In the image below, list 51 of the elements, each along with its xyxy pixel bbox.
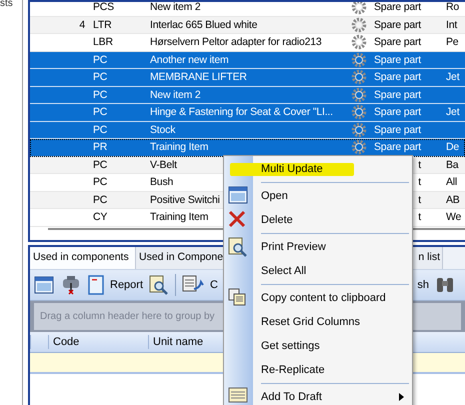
table-cell: Jet <box>446 106 460 118</box>
table-cell: t <box>418 211 421 224</box>
table-cell: Ba <box>446 158 458 171</box>
table-cell: CY <box>93 211 108 224</box>
table-cell: Jet <box>446 71 460 84</box>
table-cell: Hørselvern Peltor adapter for radio213 <box>150 36 322 48</box>
table-cell: AB <box>446 194 460 206</box>
table-cell: Spare part <box>374 106 422 118</box>
table-cell: Bush <box>150 176 174 188</box>
table-cell: De <box>446 141 460 154</box>
group-by-hint: Drag a column header here to group by <box>40 311 215 322</box>
table-cell: Interlac 665 Blued white <box>150 18 258 31</box>
table-cell: Spare part <box>374 124 422 136</box>
table-cell: Positive Switchi <box>150 194 220 206</box>
table-cell: t <box>418 158 421 171</box>
table-cell: Pe <box>446 36 458 48</box>
table-cell: PC <box>93 158 108 171</box>
table-cell: Spare part <box>374 88 422 101</box>
table-cell: t <box>418 176 421 188</box>
table-cell: All <box>446 176 458 188</box>
table-cell: PC <box>93 194 108 206</box>
table-cell: Spare part <box>374 71 422 84</box>
table-cell: LTR <box>93 18 112 31</box>
table-cell: PC <box>93 88 108 101</box>
table-cell: Stock <box>150 124 176 136</box>
table-cell: Ro <box>446 2 460 14</box>
table-cell: PC <box>93 54 108 66</box>
table-cell: We <box>446 211 462 224</box>
table-cell: Spare part <box>374 54 422 66</box>
table-cell: PCS <box>93 2 114 14</box>
table-cell: New item 2 <box>150 88 201 101</box>
table-cell: Spare part <box>374 141 422 154</box>
table-cell: Spare part <box>374 18 422 31</box>
table-cell: Spare part <box>374 36 422 48</box>
table-cell: Hinge & Fastening for Seat & Cover "LI... <box>150 106 333 118</box>
table-cell: V-Belt <box>150 158 177 171</box>
table-cell: t <box>418 194 421 206</box>
table-cell: Training Item <box>150 141 208 154</box>
table-cell: PC <box>93 71 108 84</box>
table-cell: Spare part <box>374 2 422 14</box>
table-cell: PC <box>93 106 108 118</box>
table-cell: PC <box>93 176 108 188</box>
table-cell: New item 2 <box>150 2 201 14</box>
table-cell: PR <box>93 141 108 154</box>
table-cell: Another new item <box>150 54 229 66</box>
table-cell: PC <box>93 124 108 136</box>
table-cell: MEMBRANE LIFTER <box>150 71 247 84</box>
table-cell: LBR <box>93 36 113 48</box>
table-cell: Int <box>446 18 458 31</box>
table-cell: Training Item <box>150 211 208 224</box>
table-cell: 4 <box>79 18 85 31</box>
